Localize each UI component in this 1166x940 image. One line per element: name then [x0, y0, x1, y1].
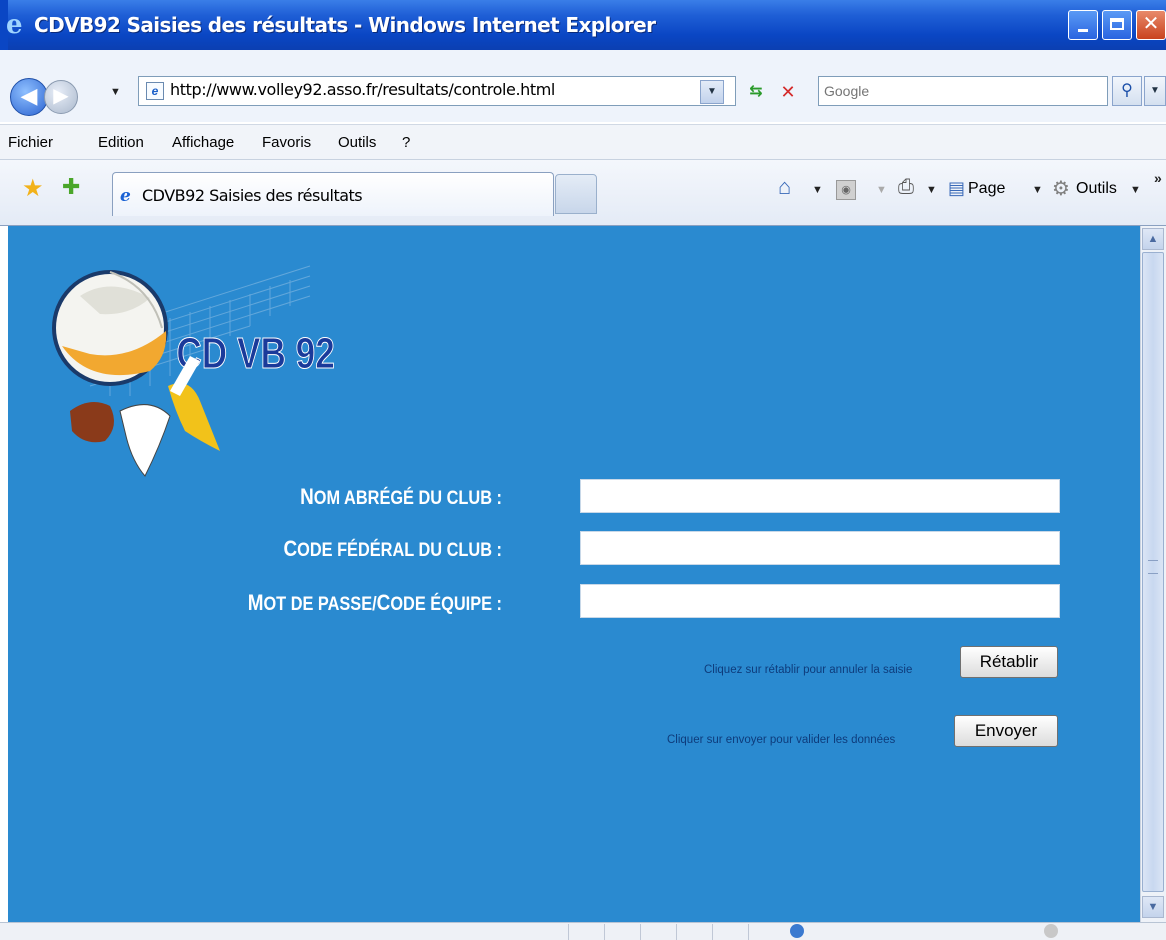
- menu-edition[interactable]: Edition: [98, 134, 144, 151]
- ie-logo-icon: e: [6, 10, 23, 40]
- scroll-grip-icon: [1148, 560, 1158, 574]
- status-divider: [640, 924, 641, 940]
- federal-code-label: CODE FÉDÉRAL DU CLUB :: [283, 536, 502, 561]
- search-input[interactable]: [822, 80, 1096, 102]
- gear-icon[interactable]: ⚙: [1052, 176, 1070, 201]
- club-name-input[interactable]: [580, 479, 1060, 513]
- new-tab-button[interactable]: [555, 174, 597, 214]
- feeds-icon[interactable]: ◉: [836, 180, 856, 200]
- forward-button[interactable]: ▶: [44, 80, 78, 114]
- tools-menu[interactable]: Outils: [1076, 180, 1117, 198]
- home-icon[interactable]: ⌂: [778, 174, 791, 200]
- recent-pages-dropdown[interactable]: ▼: [110, 86, 121, 98]
- reset-hint: Cliquez sur rétablir pour annuler la sai…: [704, 664, 913, 676]
- tab-label[interactable]: CDVB92 Saisies des résultats: [142, 186, 363, 205]
- add-favorite-icon[interactable]: ✚: [62, 174, 80, 200]
- tools-dropdown-icon[interactable]: ▼: [1130, 184, 1141, 196]
- menu-favoris[interactable]: Favoris: [262, 134, 311, 151]
- status-divider: [748, 924, 749, 940]
- home-dropdown-icon[interactable]: ▼: [812, 184, 823, 196]
- status-divider: [676, 924, 677, 940]
- status-divider: [712, 924, 713, 940]
- internet-zone-icon: [790, 924, 804, 938]
- window-title: CDVB92 Saisies des résultats - Windows I…: [34, 13, 656, 37]
- status-divider: [604, 924, 605, 940]
- maximize-button[interactable]: [1102, 10, 1132, 40]
- scroll-up-button[interactable]: ▲: [1142, 228, 1164, 250]
- logo-text: CD VB 92: [176, 329, 334, 378]
- favorites-star-icon[interactable]: ★: [22, 174, 44, 203]
- arrow-left-icon: ◀: [20, 83, 38, 108]
- submit-hint: Cliquer sur envoyer pour valider les don…: [667, 734, 896, 746]
- status-divider: [568, 924, 569, 940]
- page-menu-icon[interactable]: ▤: [948, 178, 965, 199]
- scroll-down-button[interactable]: ▼: [1142, 896, 1164, 918]
- federal-code-input[interactable]: [580, 531, 1060, 565]
- menu-fichier[interactable]: Fichier: [8, 134, 53, 151]
- submit-button[interactable]: Envoyer: [954, 715, 1058, 747]
- print-icon[interactable]: ⎙: [898, 176, 914, 199]
- cdvb92-logo: CD VB 92: [52, 265, 335, 477]
- club-name-label: NOM ABRÉGÉ DU CLUB :: [300, 484, 502, 509]
- page-menu[interactable]: Page: [968, 180, 1005, 198]
- tab-ie-icon: e: [120, 186, 131, 206]
- stop-icon[interactable]: ✕: [776, 80, 800, 104]
- menu-affichage[interactable]: Affichage: [172, 134, 234, 151]
- refresh-icon[interactable]: ⇆: [744, 80, 768, 104]
- page-dropdown-icon[interactable]: ▼: [1032, 184, 1043, 196]
- search-options-dropdown[interactable]: ▼: [1144, 76, 1166, 106]
- menu-help[interactable]: ?: [402, 134, 410, 151]
- password-input[interactable]: [580, 584, 1060, 618]
- feeds-dropdown-icon[interactable]: ▼: [876, 184, 887, 196]
- url-text[interactable]: http://www.volley92.asso.fr/resultats/co…: [170, 80, 555, 99]
- back-button[interactable]: ◀: [10, 78, 48, 116]
- print-dropdown-icon[interactable]: ▼: [926, 184, 937, 196]
- status-bar: [0, 922, 1166, 940]
- more-commands-icon[interactable]: »: [1154, 170, 1162, 186]
- minimize-button[interactable]: [1068, 10, 1098, 40]
- arrow-right-icon: ▶: [53, 85, 69, 107]
- page-icon: e: [146, 82, 164, 100]
- password-label: MOT DE PASSE/CODE ÉQUIPE :: [247, 590, 502, 615]
- reset-button[interactable]: Rétablir: [960, 646, 1058, 678]
- url-dropdown[interactable]: ▼: [700, 80, 724, 104]
- close-button[interactable]: ✕: [1136, 10, 1166, 40]
- search-icon[interactable]: ⚲: [1112, 76, 1142, 106]
- zoom-icon[interactable]: [1044, 924, 1058, 938]
- menu-outils[interactable]: Outils: [338, 134, 376, 151]
